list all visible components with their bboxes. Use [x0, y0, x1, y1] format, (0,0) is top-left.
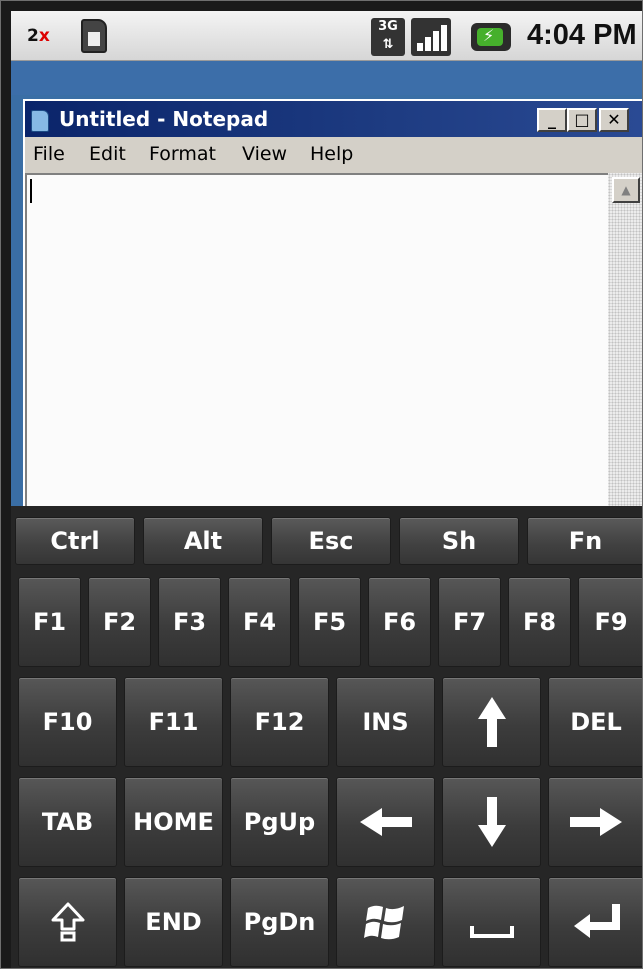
- key-esc[interactable]: Esc: [271, 517, 391, 565]
- key-end[interactable]: END: [124, 877, 223, 967]
- key-f8[interactable]: F8: [508, 577, 571, 667]
- key-f1[interactable]: F1: [18, 577, 81, 667]
- device-screen: 2x 3G⇅ 4:04 PM Untitled - Notepad _ □ ✕ …: [0, 0, 643, 969]
- key-alt[interactable]: Alt: [143, 517, 263, 565]
- maximize-button[interactable]: □: [567, 108, 597, 132]
- key-arrow-right[interactable]: [548, 777, 642, 867]
- scroll-up-arrow-icon[interactable]: ▲: [612, 177, 640, 203]
- arrow-left-icon: [359, 808, 412, 836]
- key-f7[interactable]: F7: [438, 577, 501, 667]
- key-f10[interactable]: F10: [18, 677, 117, 767]
- menu-format[interactable]: Format: [149, 143, 216, 165]
- shift-icon: [51, 902, 84, 942]
- key-tab[interactable]: TAB: [18, 777, 117, 867]
- notepad-window: Untitled - Notepad _ □ ✕ File Edit Forma…: [23, 99, 642, 511]
- key-f2[interactable]: F2: [88, 577, 151, 667]
- signal-strength-icon: [411, 18, 451, 56]
- arrow-down-icon: [477, 797, 506, 847]
- menu-view[interactable]: View: [242, 143, 287, 165]
- windows-icon: [363, 905, 404, 940]
- key-ctrl[interactable]: Ctrl: [15, 517, 135, 565]
- space-icon: [469, 926, 514, 938]
- menu-help[interactable]: Help: [310, 143, 353, 165]
- menu-file[interactable]: File: [33, 143, 65, 165]
- key-f4[interactable]: F4: [228, 577, 291, 667]
- enter-icon: [574, 904, 620, 938]
- 3g-data-icon: 3G ⇅: [371, 18, 405, 56]
- close-button[interactable]: ✕: [599, 108, 629, 132]
- soft-keyboard: Ctrl Alt Esc Sh Fn F1 F2 F3 F4 F5 F6 F7 …: [11, 506, 642, 968]
- key-pgdn[interactable]: PgDn: [230, 877, 329, 967]
- desktop-background: [11, 61, 642, 95]
- key-f9[interactable]: F9: [578, 577, 642, 667]
- minimize-button[interactable]: _: [537, 108, 567, 132]
- key-space[interactable]: [442, 877, 541, 967]
- menu-bar: File Edit Format View Help: [25, 137, 642, 171]
- arrow-right-icon: [570, 808, 622, 836]
- key-arrow-down[interactable]: [442, 777, 541, 867]
- key-windows[interactable]: [336, 877, 435, 967]
- vertical-scrollbar[interactable]: ▲: [608, 173, 642, 511]
- key-shift-toggle[interactable]: Sh: [399, 517, 519, 565]
- key-arrow-up[interactable]: [442, 677, 541, 767]
- key-fn[interactable]: Fn: [527, 517, 642, 565]
- key-del[interactable]: DEL: [548, 677, 642, 767]
- key-f11[interactable]: F11: [124, 677, 223, 767]
- window-title: Untitled - Notepad: [59, 107, 269, 131]
- status-clock: 4:04 PM: [527, 19, 637, 51]
- key-f12[interactable]: F12: [230, 677, 329, 767]
- key-shift[interactable]: [18, 877, 117, 967]
- key-home[interactable]: HOME: [124, 777, 223, 867]
- key-ins[interactable]: INS: [336, 677, 435, 767]
- key-f6[interactable]: F6: [368, 577, 431, 667]
- status-bar: 2x 3G⇅ 4:04 PM: [11, 11, 642, 61]
- key-arrow-left[interactable]: [336, 777, 435, 867]
- remote-desktop: Untitled - Notepad _ □ ✕ File Edit Forma…: [11, 61, 642, 511]
- text-caret: [30, 179, 32, 203]
- key-pgup[interactable]: PgUp: [230, 777, 329, 867]
- key-f3[interactable]: F3: [158, 577, 221, 667]
- text-editor-area[interactable]: [25, 173, 608, 511]
- menu-edit[interactable]: Edit: [89, 143, 126, 165]
- 2x-app-icon: 2x: [27, 26, 50, 46]
- notepad-icon[interactable]: [31, 110, 49, 132]
- key-f5[interactable]: F5: [298, 577, 361, 667]
- battery-charging-icon: [471, 23, 511, 51]
- sim-card-icon: [81, 19, 107, 53]
- key-enter[interactable]: [548, 877, 642, 967]
- window-titlebar[interactable]: Untitled - Notepad _ □ ✕: [25, 101, 642, 137]
- arrow-up-icon: [477, 697, 506, 747]
